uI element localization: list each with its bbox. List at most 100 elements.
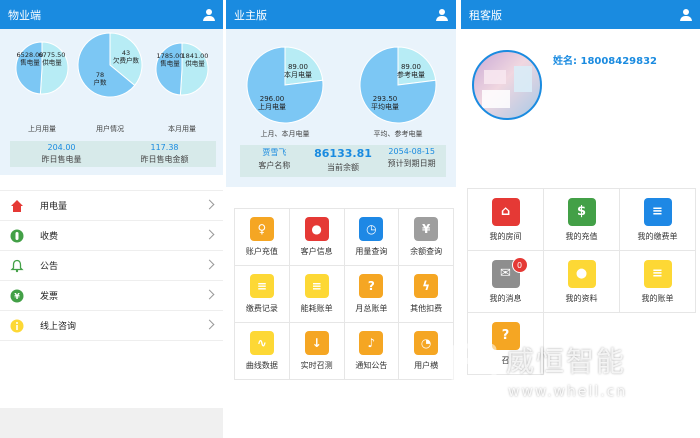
svg-text:¥: ¥	[14, 292, 20, 301]
pie-data-label: 89.00	[288, 63, 308, 71]
grid-item-list[interactable]: ≡ 我的缴费单	[620, 189, 696, 251]
property-topbar: 物业端	[0, 0, 223, 29]
pie-data-label: 293.50	[373, 95, 398, 103]
grid-item-label: 我的充值	[565, 231, 598, 241]
menu-item-charge[interactable]: 收费	[0, 221, 223, 251]
summary-cell: 117.38 昨日售电金额	[113, 141, 216, 167]
person-icon: ●	[304, 217, 329, 241]
panel-title: 租客版	[469, 8, 502, 22]
pie-slice-a	[179, 42, 209, 96]
tenant-topbar: 租客版	[461, 0, 700, 29]
bill-icon: ≡	[304, 274, 329, 298]
user-icon[interactable]	[436, 8, 448, 21]
grid-item-mail[interactable]: ✉ 0 我的消息	[468, 251, 544, 313]
grid-item-person[interactable]: ● 客户信息	[289, 209, 345, 266]
notification-badge: 0	[511, 257, 528, 273]
pie-caption: 上月、本月电量	[261, 129, 310, 138]
watermark: 威恒智能 www.whell.cn	[440, 330, 700, 438]
bill-icon: ≡	[643, 259, 672, 288]
grid-item-clock[interactable]: ◷ 用量查询	[344, 209, 400, 266]
grid-item-bolt[interactable]: ϟ 其他扣费	[399, 266, 454, 323]
tenant-name: 姓名: 18008429832	[553, 56, 658, 67]
balance-value: 86133.81	[314, 147, 372, 160]
question-icon: ?	[359, 274, 384, 298]
pie-caption: 用户情况	[96, 124, 124, 133]
menu-item-consult[interactable]: 线上咨询	[0, 311, 223, 341]
grid-item-bell[interactable]: ♪ 通知公告	[344, 323, 400, 380]
menu-label: 线上咨询	[40, 322, 77, 332]
bell-icon	[10, 259, 24, 273]
pie-data-label: 户数	[94, 78, 108, 87]
avatar[interactable]	[472, 50, 542, 120]
pie-caption: 本月用量	[168, 124, 196, 133]
chevron-right-icon	[204, 289, 215, 300]
download-icon: ↓	[304, 331, 329, 355]
pie-data-label: 售电量	[160, 59, 180, 68]
watermark-url: www.whell.cn	[508, 384, 628, 400]
pie-data-label: 供电量	[42, 58, 62, 67]
pie-slice-b	[155, 42, 183, 96]
grid-item-bill[interactable]: ≡ 能耗账单	[289, 266, 345, 323]
summary-label: 昨日售电金额	[140, 155, 189, 164]
grid-item-list[interactable]: ≡ 缴费记录	[235, 266, 290, 323]
pie-data-label: 平均电量	[371, 102, 399, 111]
chevron-right-icon	[204, 319, 215, 330]
property-panel: 物业端 6775.50 供电量 6528.00 售电量 上月用量 43 欠费户数 78 户数 用户…	[0, 0, 223, 438]
bolt-icon: ϟ	[414, 274, 439, 298]
grid-item-label: 曲线数据	[245, 361, 278, 370]
menu-item-notice[interactable]: 公告	[0, 251, 223, 281]
list-icon: ≡	[249, 274, 274, 298]
grid-item-label: 用量查询	[355, 247, 388, 256]
menu-label: 收费	[40, 232, 59, 242]
pie-data-label: 上月电量	[258, 102, 286, 111]
watermark-brand: 威恒智能	[506, 345, 627, 378]
grid-item-yen[interactable]: ¥ 余额查询	[399, 209, 454, 266]
list-icon: ≡	[643, 197, 672, 226]
balance-cell: 86133.81 当前余额	[309, 145, 378, 177]
grid-item-download[interactable]: ↓ 实时召测	[289, 323, 345, 380]
clock-icon: ◷	[359, 217, 384, 241]
user-icon[interactable]	[680, 8, 692, 21]
owner-function-grid: ♀ 账户充值 ● 客户信息 ◷ 用量查询 ¥ 余额查询 ≡ 缴费记录 ≡ 能耗账单 ? 月总账单 ϟ 其他扣费…	[234, 208, 454, 380]
grid-item-home[interactable]: ⌂ 我的房间	[468, 189, 544, 251]
customer-name-cell: 贾雪飞 客户名称	[240, 145, 309, 177]
summary-value: 117.38	[150, 143, 179, 152]
grid-item-label: 我的账单	[641, 293, 674, 303]
grid-item-label: 我的资料	[565, 293, 598, 303]
owner-hero: 89.00 本月电量 296.00 上月电量 上月、本月电量 89.00 参考电量 293.5…	[226, 29, 456, 187]
grid-item-label: 能耗账单	[300, 304, 333, 313]
chevron-right-icon	[204, 199, 215, 210]
yesterday-summary: 204.00 昨日售电量 117.38 昨日售电金额	[10, 141, 216, 167]
grid-item-question[interactable]: ? 月总账单	[344, 266, 400, 323]
yen-icon: ¥	[10, 289, 24, 303]
menu-item-invoice[interactable]: ¥ 发票	[0, 281, 223, 311]
expiry-date-value: 2054-08-15	[388, 147, 435, 156]
bell-icon: ♪	[359, 331, 384, 355]
pie-data-label: 供电量	[185, 59, 205, 68]
pie-data-label: 89.00	[401, 63, 421, 71]
yen-icon: ¥	[414, 217, 439, 241]
panel-title: 业主版	[234, 8, 267, 22]
grid-item-label: 其他扣费	[410, 304, 443, 313]
expiry-date-label: 预计到期日期	[387, 159, 436, 168]
person-icon: ●	[567, 259, 596, 288]
pie-caption: 平均、参考电量	[374, 129, 423, 138]
grid-item-label: 实时召测	[300, 361, 333, 370]
owner-panel: 业主版 89.00 本月电量 296.00 上月电量 上月、本月电量 89.00 参考电量 2…	[226, 0, 456, 438]
menu-label: 用电量	[40, 202, 68, 212]
grid-item-person[interactable]: ● 我的资料	[544, 251, 620, 313]
pie-data-label: 欠费户数	[113, 56, 140, 65]
grid-item-bill[interactable]: ≡ 我的账单	[620, 251, 696, 313]
owner-topbar: 业主版	[226, 0, 456, 29]
menu-label: 发票	[40, 292, 59, 302]
grid-item-label: 我的缴费单	[637, 231, 678, 241]
grid-item-dollar[interactable]: $ 我的充值	[544, 189, 620, 251]
grid-item-wallet[interactable]: ♀ 账户充值	[235, 209, 290, 266]
grid-item-label: 缴费记录	[245, 304, 278, 313]
menu-item-electricity[interactable]: 用电量	[0, 191, 223, 221]
pie-data-label: 296.00	[260, 95, 285, 103]
grid-item-curve[interactable]: ∿ 曲线数据	[235, 323, 290, 380]
pie-data-label: 本月电量	[284, 70, 312, 79]
chevron-right-icon	[204, 229, 215, 240]
user-icon[interactable]	[203, 8, 215, 21]
